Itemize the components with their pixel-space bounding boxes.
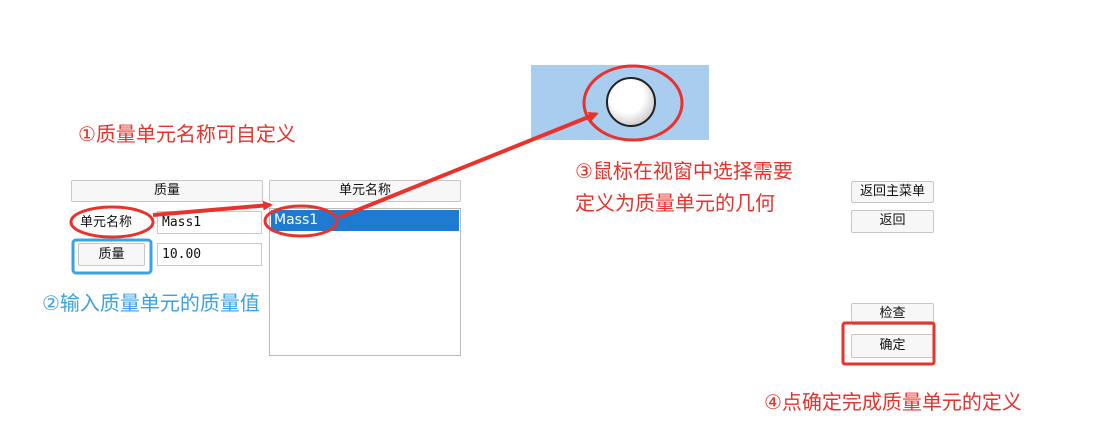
annotation-overlay bbox=[69, 64, 936, 366]
highlight-box-mass-button bbox=[71, 238, 153, 275]
arrow-list-to-sphere bbox=[339, 111, 599, 219]
highlight-box-confirm-button bbox=[841, 321, 936, 366]
highlight-ellipse-list-item bbox=[263, 204, 339, 238]
highlight-ellipse-sphere bbox=[582, 64, 684, 142]
arrow-name-to-list bbox=[152, 200, 273, 217]
highlight-ellipse-name-label bbox=[69, 205, 155, 239]
